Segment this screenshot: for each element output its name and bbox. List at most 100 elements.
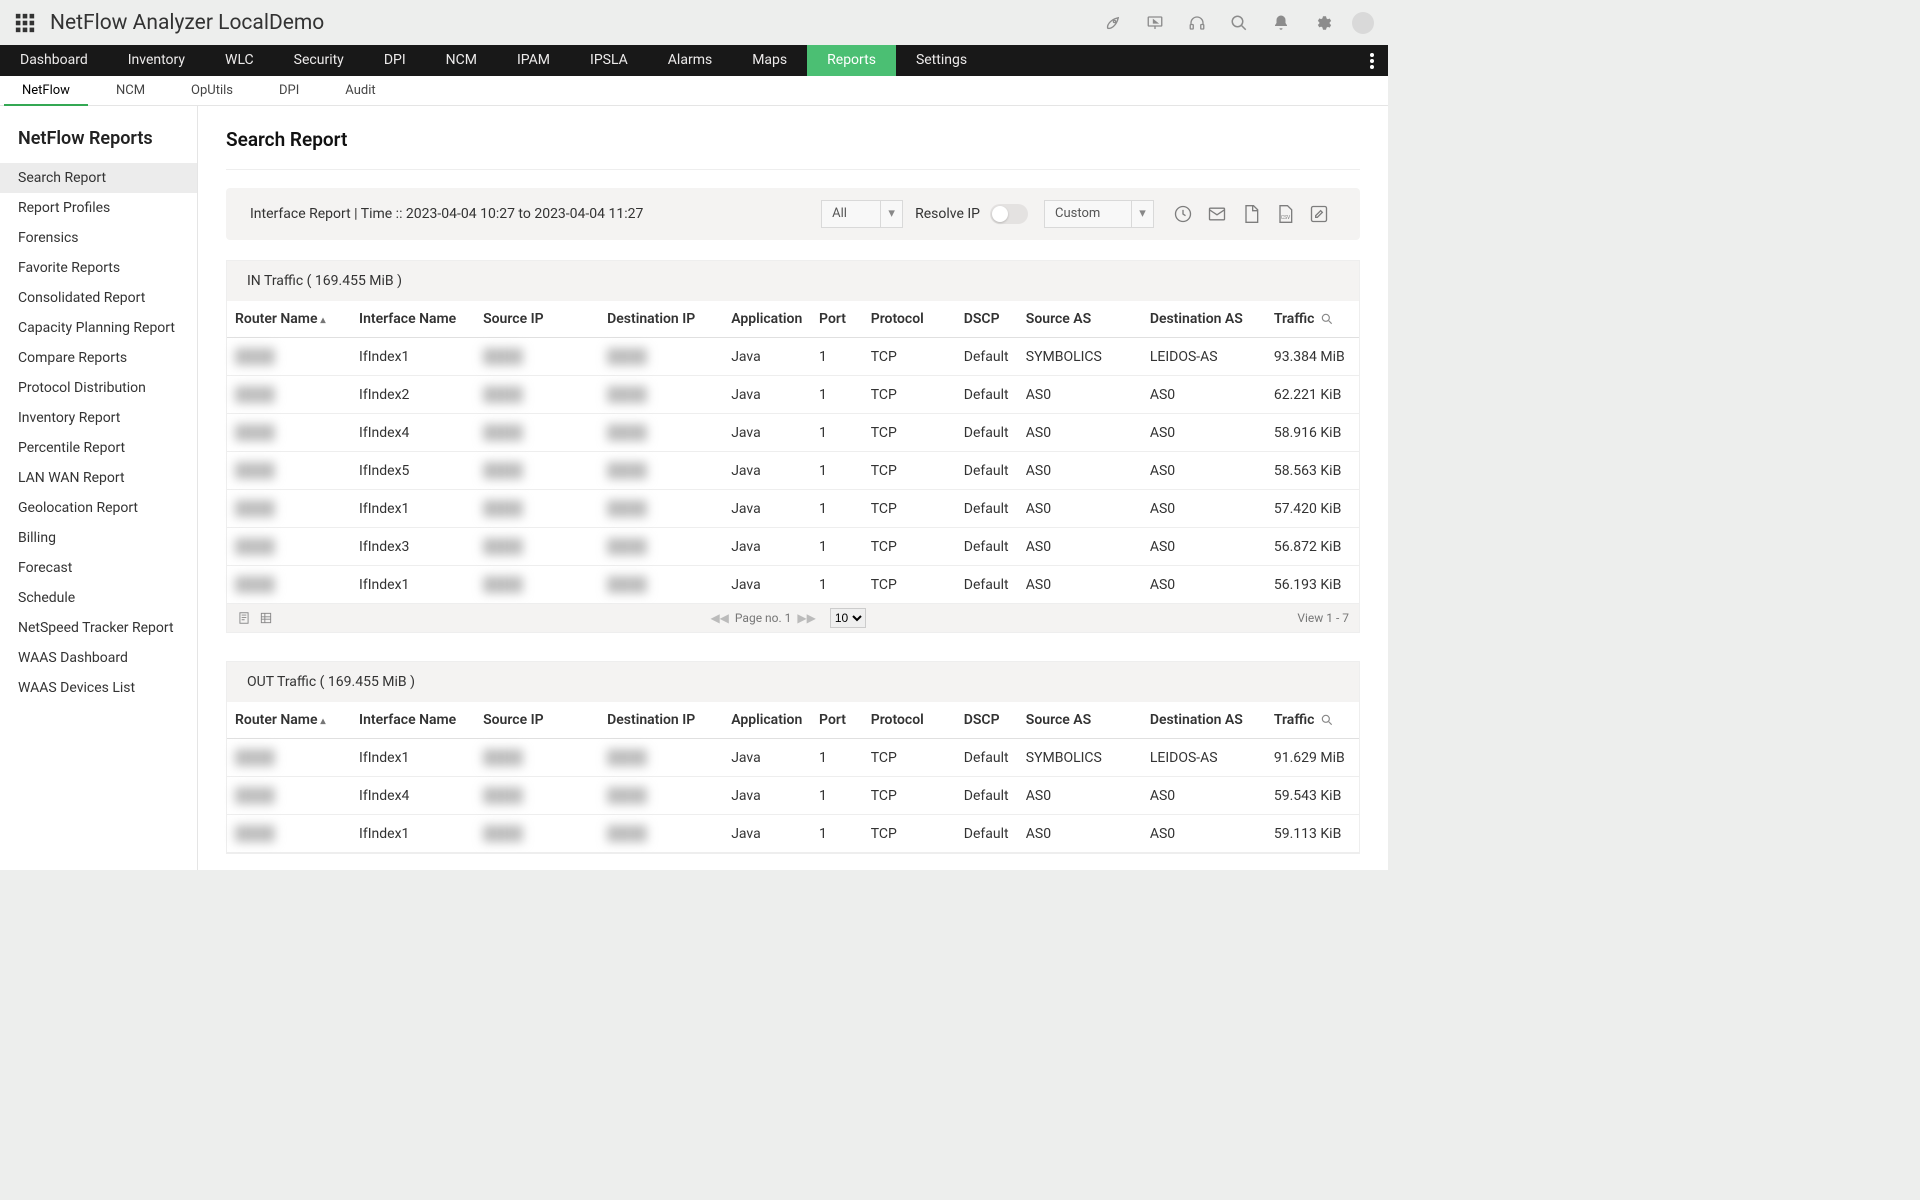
sidebar-item-geolocation-report[interactable]: Geolocation Report bbox=[0, 493, 197, 523]
search-icon[interactable] bbox=[1320, 713, 1334, 727]
nav-dashboard[interactable]: Dashboard bbox=[0, 45, 108, 76]
col-port[interactable]: Port bbox=[811, 702, 863, 739]
col-source-ip[interactable]: Source IP bbox=[475, 301, 599, 338]
presentation-icon[interactable] bbox=[1144, 12, 1166, 34]
col-protocol[interactable]: Protocol bbox=[863, 301, 956, 338]
table-row[interactable]: ████IfIndex4████████Java1TCPDefaultAS0AS… bbox=[227, 414, 1359, 452]
sidebar-item-search-report[interactable]: Search Report bbox=[0, 163, 197, 193]
page-title: Search Report bbox=[226, 106, 1360, 170]
col-router-name[interactable]: Router Name▴ bbox=[227, 702, 351, 739]
avatar[interactable] bbox=[1352, 12, 1374, 34]
nav-more-icon[interactable] bbox=[1364, 45, 1380, 76]
svg-text:CSV: CSV bbox=[1281, 215, 1291, 221]
nav-alarms[interactable]: Alarms bbox=[648, 45, 732, 76]
page-label: Page no. 1 bbox=[735, 611, 791, 625]
col-application[interactable]: Application bbox=[723, 301, 811, 338]
subnav-ncm[interactable]: NCM bbox=[98, 76, 163, 106]
col-source-ip[interactable]: Source IP bbox=[475, 702, 599, 739]
table-row[interactable]: ████IfIndex5████████Java1TCPDefaultAS0AS… bbox=[227, 452, 1359, 490]
table-row[interactable]: ████IfIndex4████████Java1TCPDefaultAS0AS… bbox=[227, 777, 1359, 815]
sidebar-item-consolidated-report[interactable]: Consolidated Report bbox=[0, 283, 197, 313]
rocket-icon[interactable] bbox=[1102, 12, 1124, 34]
sidebar-item-forensics[interactable]: Forensics bbox=[0, 223, 197, 253]
search-icon[interactable] bbox=[1320, 312, 1334, 326]
page-first-icon[interactable]: ◀◀ bbox=[710, 611, 728, 625]
report-icon[interactable] bbox=[237, 611, 251, 625]
nav-ncm[interactable]: NCM bbox=[426, 45, 497, 76]
table-row[interactable]: ████IfIndex2████████Java1TCPDefaultAS0AS… bbox=[227, 376, 1359, 414]
sidebar-item-report-profiles[interactable]: Report Profiles bbox=[0, 193, 197, 223]
col-interface-name[interactable]: Interface Name bbox=[351, 702, 475, 739]
nav-wlc[interactable]: WLC bbox=[205, 45, 274, 76]
sidebar-item-compare-reports[interactable]: Compare Reports bbox=[0, 343, 197, 373]
sidebar-item-netspeed-tracker-report[interactable]: NetSpeed Tracker Report bbox=[0, 613, 197, 643]
gear-icon[interactable] bbox=[1312, 12, 1334, 34]
col-application[interactable]: Application bbox=[723, 702, 811, 739]
scope-select[interactable]: All ▾ bbox=[821, 200, 903, 228]
subnav-netflow[interactable]: NetFlow bbox=[4, 76, 88, 106]
col-destination-ip[interactable]: Destination IP bbox=[599, 702, 723, 739]
apps-icon[interactable] bbox=[14, 12, 36, 34]
table-row[interactable]: ████IfIndex1████████Java1TCPDefaultAS0AS… bbox=[227, 490, 1359, 528]
col-interface-name[interactable]: Interface Name bbox=[351, 301, 475, 338]
pdf-icon[interactable] bbox=[1240, 203, 1262, 225]
sidebar-item-favorite-reports[interactable]: Favorite Reports bbox=[0, 253, 197, 283]
col-dscp[interactable]: DSCP bbox=[956, 702, 1018, 739]
sidebar-item-waas-dashboard[interactable]: WAAS Dashboard bbox=[0, 643, 197, 673]
table-row[interactable]: ████IfIndex1████████Java1TCPDefaultAS0AS… bbox=[227, 566, 1359, 604]
section-heading: OUT Traffic ( 169.455 MiB ) bbox=[227, 662, 1359, 702]
topbar: NetFlow Analyzer LocalDemo bbox=[0, 0, 1388, 45]
col-source-as[interactable]: Source AS bbox=[1018, 301, 1142, 338]
time-select[interactable]: Custom ▾ bbox=[1044, 200, 1154, 228]
bell-icon[interactable] bbox=[1270, 12, 1292, 34]
nav-reports[interactable]: Reports bbox=[807, 45, 896, 76]
subnav-dpi[interactable]: DPI bbox=[261, 76, 317, 106]
col-traffic[interactable]: Traffic bbox=[1266, 301, 1359, 338]
sidebar-item-forecast[interactable]: Forecast bbox=[0, 553, 197, 583]
col-dscp[interactable]: DSCP bbox=[956, 301, 1018, 338]
sidebar-item-percentile-report[interactable]: Percentile Report bbox=[0, 433, 197, 463]
col-source-as[interactable]: Source AS bbox=[1018, 702, 1142, 739]
nav-dpi[interactable]: DPI bbox=[364, 45, 426, 76]
product-title: NetFlow Analyzer LocalDemo bbox=[50, 11, 324, 35]
scope-select-value: All bbox=[832, 206, 847, 221]
headset-icon[interactable] bbox=[1186, 12, 1208, 34]
table-row[interactable]: ████IfIndex3████████Java1TCPDefaultAS0AS… bbox=[227, 528, 1359, 566]
sidebar-item-capacity-planning-report[interactable]: Capacity Planning Report bbox=[0, 313, 197, 343]
page-size-select[interactable]: 10 bbox=[830, 608, 866, 628]
edit-icon[interactable] bbox=[1308, 203, 1330, 225]
nav-maps[interactable]: Maps bbox=[732, 45, 807, 76]
table-row[interactable]: ████IfIndex1████████Java1TCPDefaultAS0AS… bbox=[227, 815, 1359, 853]
mail-icon[interactable] bbox=[1206, 203, 1228, 225]
sidebar-item-billing[interactable]: Billing bbox=[0, 523, 197, 553]
csv-icon[interactable]: CSV bbox=[1274, 203, 1296, 225]
subnav-oputils[interactable]: OpUtils bbox=[173, 76, 251, 106]
page-next-icon[interactable]: ▶▶ bbox=[797, 611, 815, 625]
sidebar-item-protocol-distribution[interactable]: Protocol Distribution bbox=[0, 373, 197, 403]
nav-settings[interactable]: Settings bbox=[896, 45, 987, 76]
nav-ipam[interactable]: IPAM bbox=[497, 45, 570, 76]
resolve-ip-toggle[interactable] bbox=[990, 204, 1028, 224]
col-destination-as[interactable]: Destination AS bbox=[1142, 301, 1266, 338]
time-select-value: Custom bbox=[1055, 206, 1100, 221]
col-destination-as[interactable]: Destination AS bbox=[1142, 702, 1266, 739]
nav-inventory[interactable]: Inventory bbox=[108, 45, 205, 76]
sidebar-item-schedule[interactable]: Schedule bbox=[0, 583, 197, 613]
table-row[interactable]: ████IfIndex1████████Java1TCPDefaultSYMBO… bbox=[227, 739, 1359, 777]
col-port[interactable]: Port bbox=[811, 301, 863, 338]
sidebar-item-lan-wan-report[interactable]: LAN WAN Report bbox=[0, 463, 197, 493]
table-row[interactable]: ████IfIndex1████████Java1TCPDefaultSYMBO… bbox=[227, 338, 1359, 376]
col-router-name[interactable]: Router Name▴ bbox=[227, 301, 351, 338]
nav-ipsla[interactable]: IPSLA bbox=[570, 45, 648, 76]
sidebar-item-inventory-report[interactable]: Inventory Report bbox=[0, 403, 197, 433]
schedule-icon[interactable] bbox=[1172, 203, 1194, 225]
col-traffic[interactable]: Traffic bbox=[1266, 702, 1359, 739]
export-xls-icon[interactable] bbox=[259, 611, 273, 625]
col-protocol[interactable]: Protocol bbox=[863, 702, 956, 739]
nav-security[interactable]: Security bbox=[274, 45, 364, 76]
traffic-table: Router Name▴Interface NameSource IPDesti… bbox=[227, 301, 1359, 604]
col-destination-ip[interactable]: Destination IP bbox=[599, 301, 723, 338]
search-icon[interactable] bbox=[1228, 12, 1250, 34]
sidebar-item-waas-devices-list[interactable]: WAAS Devices List bbox=[0, 673, 197, 703]
subnav-audit[interactable]: Audit bbox=[327, 76, 393, 106]
